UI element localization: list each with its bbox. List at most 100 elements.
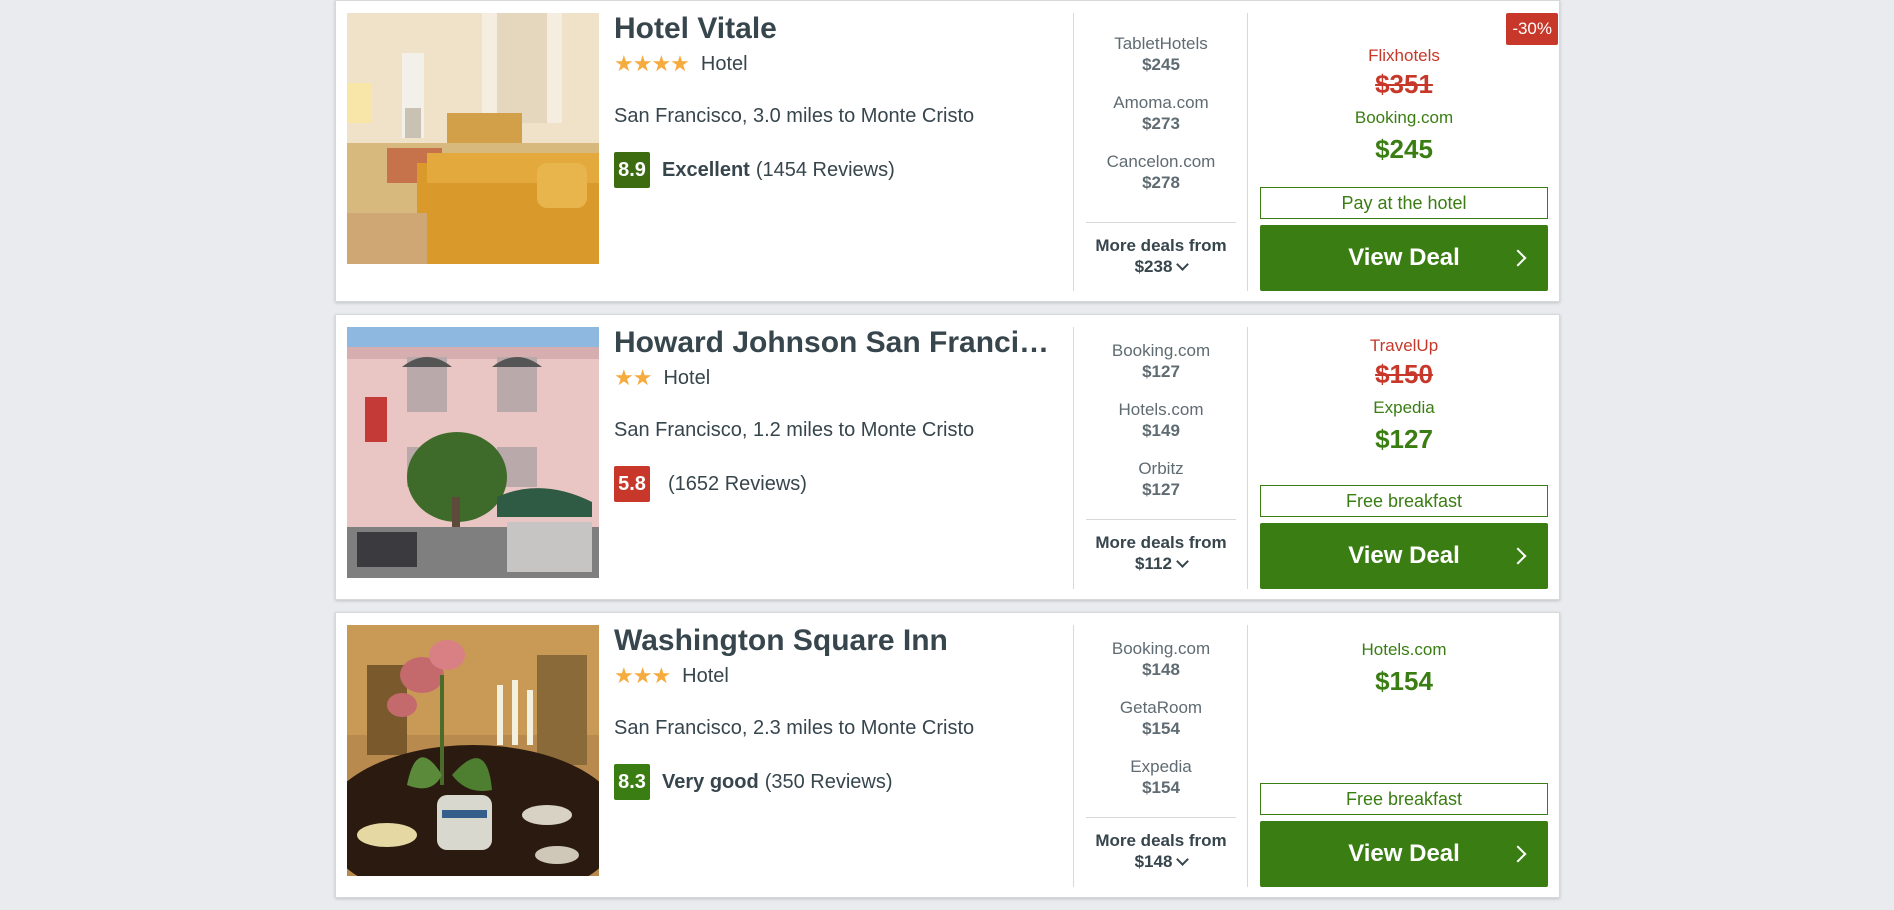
star-rating-icon: ★★★: [614, 663, 671, 688]
deal-item[interactable]: Cancelon.com $278: [1086, 151, 1236, 193]
hotel-location: San Francisco, 1.2 miles to Monte Cristo: [614, 419, 975, 441]
alternative-deals: TabletHotels $245 Amoma.com $273 Cancelo…: [1086, 33, 1236, 210]
more-deals-label: More deals from: [1095, 831, 1227, 850]
review-count: (1454 Reviews): [755, 158, 895, 181]
more-deals-price: $238: [1086, 256, 1236, 277]
rating-score-badge: 8.3: [614, 764, 650, 800]
discount-badge: -30%: [1506, 13, 1558, 45]
deal-price: $273: [1142, 114, 1180, 133]
hotel-photo[interactable]: [347, 625, 599, 876]
more-deals-label: More deals from: [1095, 533, 1227, 552]
alternative-deals: Booking.com $127 Hotels.com $149 Orbitz …: [1086, 340, 1236, 517]
divider: [1073, 13, 1074, 291]
review-count: (1652 Reviews): [668, 472, 807, 495]
hotel-meta: ★★ Hotel: [614, 365, 1074, 391]
more-deals-toggle[interactable]: More deals from $112: [1086, 519, 1236, 574]
rating-row[interactable]: 8.9 Excellent (1454 Reviews): [614, 152, 1074, 188]
view-deal-button[interactable]: View Deal: [1260, 523, 1548, 589]
view-deal-button[interactable]: View Deal: [1260, 225, 1548, 291]
hotel-info: Washington Square Inn ★★★ Hotel San Fran…: [614, 623, 1074, 800]
best-deal[interactable]: TravelUp $150 Expedia $127: [1260, 335, 1548, 457]
hotel-info: Howard Johnson San Franci… ★★ Hotel San …: [614, 325, 1074, 502]
deal-provider: Hotels.com: [1118, 400, 1204, 419]
deal-item[interactable]: Hotels.com $149: [1086, 399, 1236, 441]
more-deals-price-value: $112: [1135, 554, 1172, 573]
perk-badge: Free breakfast: [1260, 485, 1548, 517]
rating-label: Excellent: [662, 158, 750, 181]
hotel-type: Hotel: [700, 52, 748, 75]
view-deal-label: View Deal: [1348, 244, 1460, 271]
deal-price: $154: [1142, 778, 1180, 797]
hotel-info: Hotel Vitale ★★★★ Hotel San Francisco, 3…: [614, 11, 1074, 188]
deal-price: $245: [1142, 55, 1180, 74]
more-deals-price-value: $148: [1134, 852, 1173, 871]
hotel-name[interactable]: Hotel Vitale: [614, 11, 1074, 47]
hotel-card: Washington Square Inn ★★★ Hotel San Fran…: [335, 612, 1560, 898]
deal-item[interactable]: TabletHotels $245: [1086, 33, 1236, 75]
deal-item[interactable]: GetaRoom $154: [1086, 697, 1236, 739]
deal-item[interactable]: Booking.com $148: [1086, 638, 1236, 680]
view-deal-label: View Deal: [1348, 840, 1460, 867]
more-deals-price: $148: [1086, 851, 1236, 872]
divider: [1247, 13, 1248, 291]
old-deal-price: $150: [1375, 359, 1433, 389]
chevron-right-icon: [1509, 845, 1527, 863]
old-deal-provider: TravelUp: [1369, 336, 1439, 355]
more-deals-price: $112: [1086, 553, 1236, 574]
rating-row[interactable]: 8.3 Very good (350 Reviews): [614, 764, 1074, 800]
chevron-right-icon: [1509, 547, 1527, 565]
deal-price: $278: [1142, 173, 1180, 192]
view-deal-label: View Deal: [1348, 542, 1460, 569]
best-deal-provider: Expedia: [1373, 398, 1435, 417]
hotel-photo[interactable]: [347, 13, 599, 264]
deal-provider: GetaRoom: [1119, 698, 1203, 717]
deal-price: $127: [1142, 480, 1180, 499]
best-deal-price: $127: [1375, 424, 1433, 454]
hotel-name[interactable]: Washington Square Inn: [614, 623, 1074, 659]
hotel-photo[interactable]: [347, 327, 599, 578]
hotel-type: Hotel: [663, 366, 711, 389]
deal-provider: Orbitz: [1138, 459, 1184, 478]
deal-item[interactable]: Amoma.com $273: [1086, 92, 1236, 134]
deal-provider: Cancelon.com: [1106, 152, 1216, 171]
hotel-meta: ★★★ Hotel: [614, 663, 1074, 689]
best-deal[interactable]: Hotels.com $154: [1260, 633, 1548, 699]
more-deals-toggle[interactable]: More deals from $238: [1086, 222, 1236, 277]
chevron-down-icon: [1176, 258, 1190, 271]
deal-item[interactable]: Booking.com $127: [1086, 340, 1236, 382]
more-deals-price-value: $238: [1134, 257, 1173, 276]
rating-row[interactable]: 5.8 (1652 Reviews): [614, 466, 1074, 502]
chevron-right-icon: [1509, 249, 1527, 267]
more-deals-toggle[interactable]: More deals from $148: [1086, 817, 1236, 872]
old-deal-provider: Flixhotels: [1368, 46, 1440, 65]
divider: [1073, 625, 1074, 887]
deal-price: $154: [1142, 719, 1180, 738]
hotel-name[interactable]: Howard Johnson San Franci…: [614, 325, 1074, 361]
alternative-deals: Booking.com $148 GetaRoom $154 Expedia $…: [1086, 638, 1236, 815]
deal-item[interactable]: Expedia $154: [1086, 756, 1236, 798]
divider: [1073, 327, 1074, 589]
deal-provider: Booking.com: [1111, 341, 1211, 360]
rating-label: Very good: [662, 770, 759, 793]
star-rating-icon: ★★: [614, 365, 652, 390]
best-deal-provider: Booking.com: [1354, 108, 1454, 127]
deal-provider: TabletHotels: [1114, 34, 1208, 53]
best-deal-price: $154: [1375, 666, 1433, 696]
deal-price: $127: [1142, 362, 1180, 381]
hotel-type: Hotel: [682, 664, 729, 687]
deal-provider: Amoma.com: [1113, 93, 1209, 112]
rating-score-badge: 8.9: [614, 152, 650, 188]
deal-provider: Expedia: [1130, 757, 1192, 776]
deal-item[interactable]: Orbitz $127: [1086, 458, 1236, 500]
perk-badge: Free breakfast: [1260, 783, 1548, 815]
hotel-card: Hotel Vitale ★★★★ Hotel San Francisco, 3…: [335, 0, 1560, 302]
view-deal-button[interactable]: View Deal: [1260, 821, 1548, 887]
divider: [1247, 327, 1248, 589]
hotel-photo-image: [347, 625, 599, 876]
review-count: (350 Reviews): [764, 770, 893, 793]
deal-price: $149: [1142, 421, 1180, 440]
hotel-location: San Francisco, 2.3 miles to Monte Cristo: [614, 717, 975, 739]
hotel-photo-image: [347, 327, 599, 578]
best-deal[interactable]: Flixhotels $351 Booking.com $245: [1260, 45, 1548, 167]
star-rating-icon: ★★★★: [614, 51, 690, 76]
